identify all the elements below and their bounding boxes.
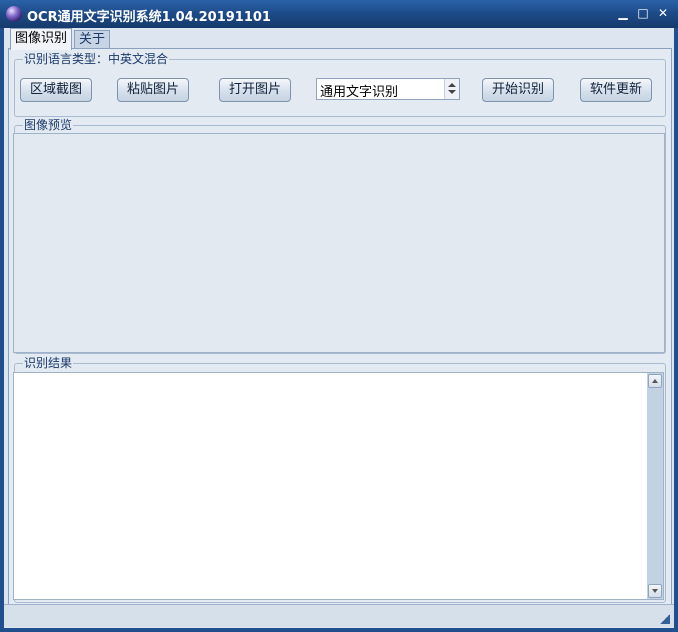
result-scrollbar[interactable] <box>647 372 664 600</box>
close-button[interactable]: ✕ <box>656 6 670 20</box>
arrow-down-icon <box>652 589 658 593</box>
start-recognition-button[interactable]: 开始识别 <box>482 78 554 102</box>
result-group-legend: 识别结果 <box>24 356 73 370</box>
status-bar <box>4 604 674 627</box>
app-icon[interactable] <box>6 6 22 22</box>
title-bar[interactable]: OCR通用文字识别系统1.04.20191101 ▁ □ ✕ <box>0 0 678 28</box>
app-window: OCR通用文字识别系统1.04.20191101 ▁ □ ✕ 图像识别 关于 识… <box>0 0 678 632</box>
minimize-button[interactable]: ▁ <box>616 6 630 20</box>
language-group-legend: 识别语言类型：中英文混合 <box>24 52 169 66</box>
preview-group-legend: 图像预览 <box>24 118 73 132</box>
paste-image-button[interactable]: 粘贴图片 <box>117 78 189 102</box>
window-title: OCR通用文字识别系统1.04.20191101 <box>27 10 271 25</box>
arrow-up-icon <box>652 379 658 383</box>
software-update-button[interactable]: 软件更新 <box>580 78 652 102</box>
scroll-down-button[interactable] <box>648 584 662 598</box>
recognition-mode-select[interactable]: 通用文字识别 <box>316 78 460 100</box>
scroll-up-button[interactable] <box>648 374 662 388</box>
open-image-button[interactable]: 打开图片 <box>219 78 291 102</box>
region-capture-button[interactable]: 区域截图 <box>20 78 92 102</box>
tab-about[interactable]: 关于 <box>74 30 111 49</box>
spin-up-icon[interactable] <box>448 83 456 87</box>
image-preview-area <box>13 133 665 353</box>
client-area: 图像识别 关于 识别语言类型：中英文混合 图像预览 识别结果 区域截图 粘贴图片… <box>4 28 674 628</box>
recognition-mode-value: 通用文字识别 <box>320 85 399 100</box>
result-textarea[interactable] <box>13 372 649 600</box>
tab-image-recognition[interactable]: 图像识别 <box>10 28 73 50</box>
spin-buttons[interactable] <box>444 79 459 99</box>
maximize-button[interactable]: □ <box>636 6 650 20</box>
resize-grip-icon[interactable] <box>660 614 670 624</box>
spin-down-icon[interactable] <box>448 90 456 94</box>
